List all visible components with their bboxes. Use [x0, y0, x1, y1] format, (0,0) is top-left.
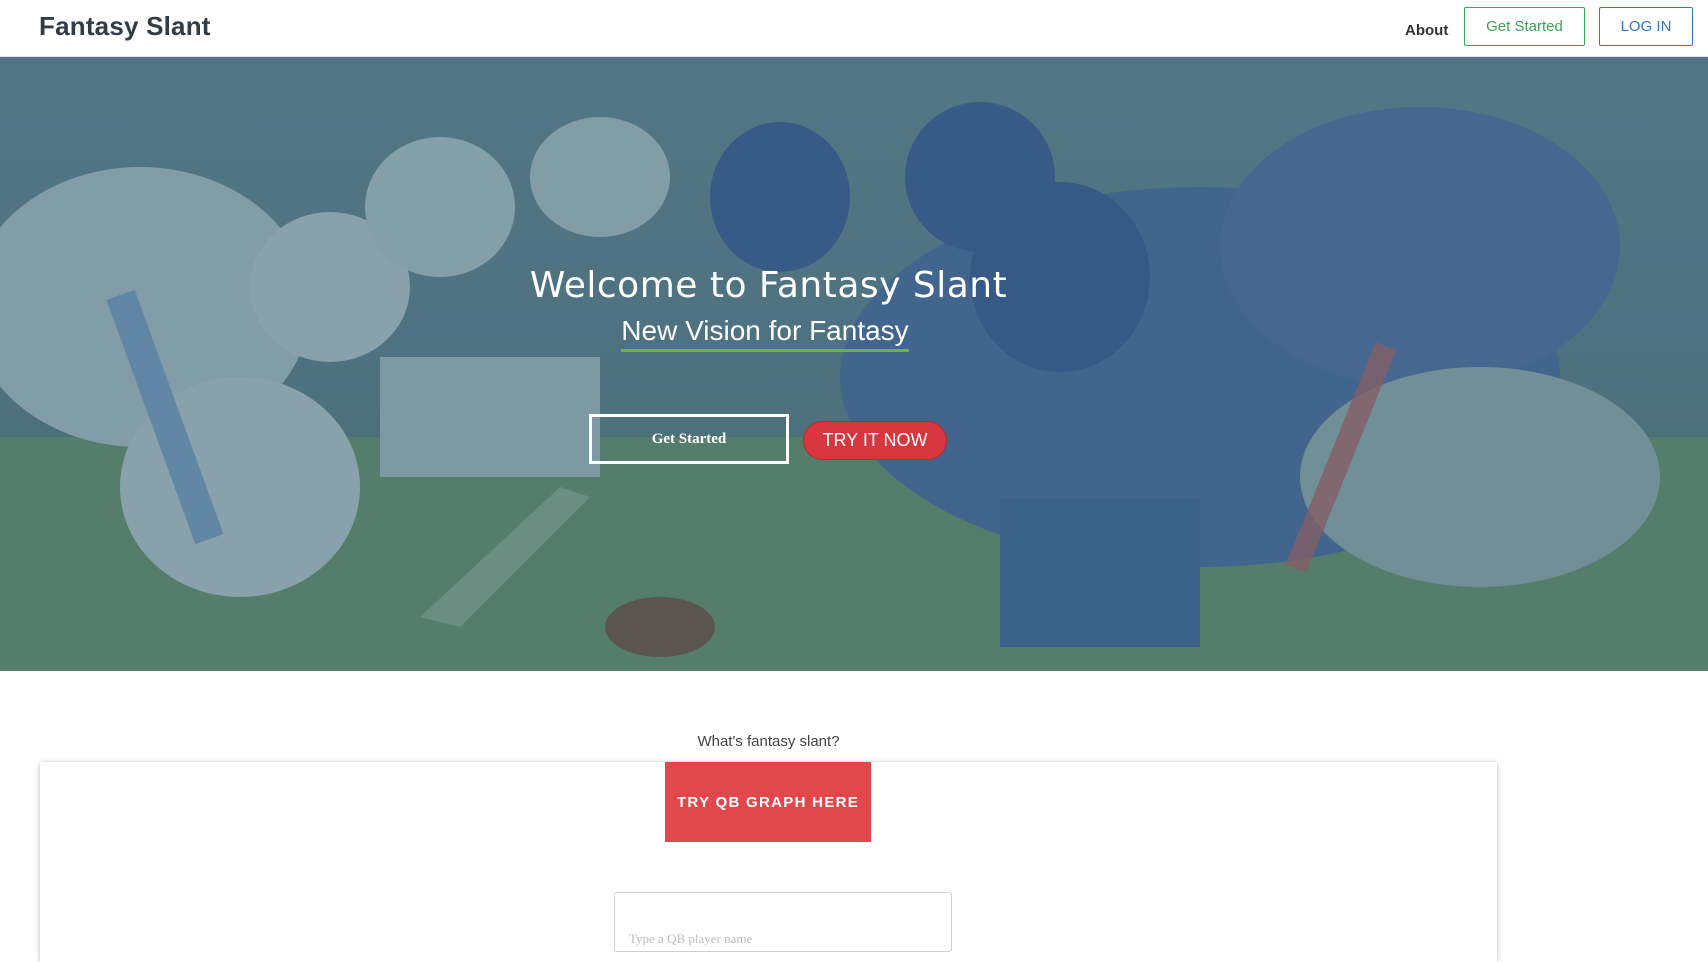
try-qb-graph-button[interactable]: TRY QB GRAPH HERE [665, 762, 871, 842]
hero-title: Welcome to Fantasy Slant [529, 265, 1008, 306]
navbar: Fantasy Slant About Get Started LOG IN [0, 0, 1708, 57]
qb-player-search-input[interactable] [614, 892, 952, 952]
nav-about-link[interactable]: About [1405, 22, 1448, 39]
hero-banner: Welcome to Fantasy Slant New Vision for … [0, 57, 1708, 671]
hero-get-started-button[interactable]: Get Started [589, 414, 789, 464]
brand-logo[interactable]: Fantasy Slant [39, 11, 211, 42]
hero-subtitle-wrap: New Vision for Fantasy [618, 315, 912, 352]
try-it-now-button[interactable]: TRY IT NOW [803, 421, 947, 460]
hero-overlay [0, 57, 1708, 671]
hero-subtitle: New Vision for Fantasy [621, 315, 909, 352]
nav-get-started-button[interactable]: Get Started [1464, 7, 1585, 46]
section-heading: What's fantasy slant? [697, 733, 840, 750]
nav-login-button[interactable]: LOG IN [1599, 7, 1693, 46]
